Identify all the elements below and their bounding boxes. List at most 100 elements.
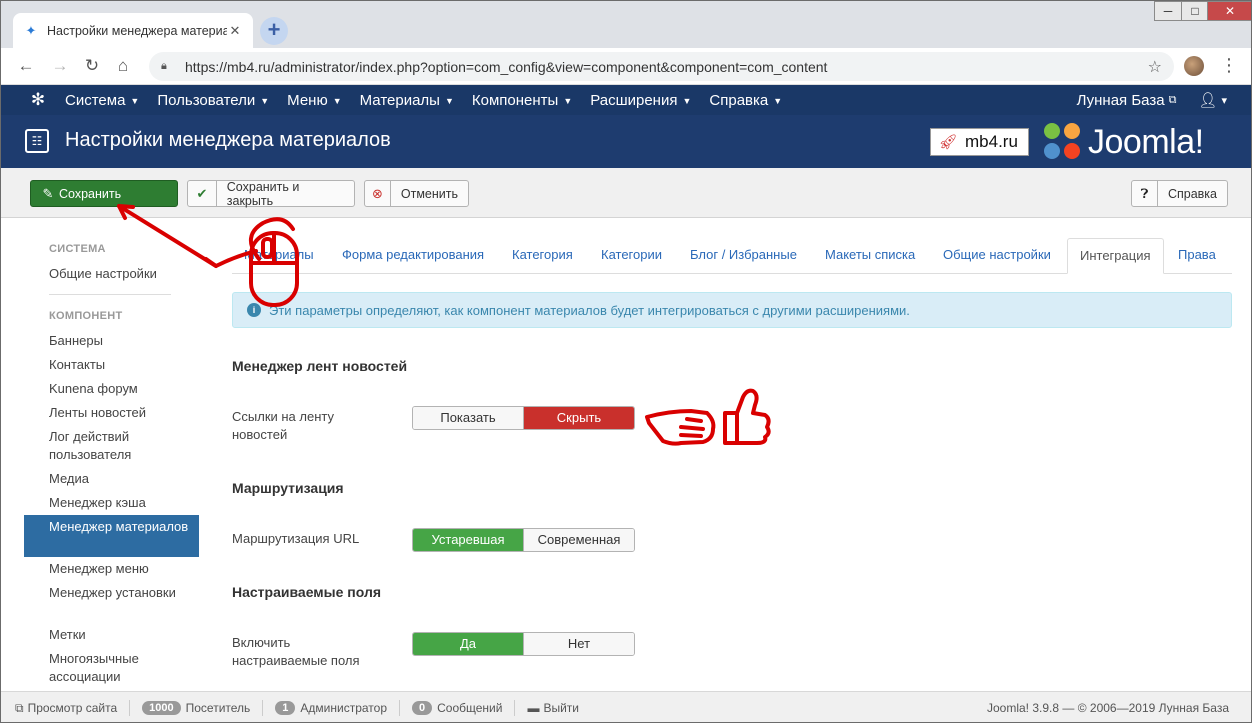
custom-fields-toggle: Да Нет (412, 632, 635, 656)
reload-icon[interactable]: ↻ (81, 55, 103, 77)
admins-status[interactable]: 1 Администратор (275, 701, 387, 715)
toolbar: ✎ Сохранить ✔ Сохранить и закрыть ⊗ Отме… (1, 168, 1251, 218)
nav-system-label: Система (65, 91, 126, 109)
browser-window: ✦ Настройки менеджера материалов ✕ + ─ □… (0, 0, 1252, 723)
page-title: Настройки менеджера материалов (65, 129, 391, 151)
feed-links-show[interactable]: Показать (413, 407, 523, 429)
url-text: https://mb4.ru/administrator/index.php?o… (185, 58, 828, 75)
save-close-button[interactable]: ✔ Сохранить и закрыть (187, 179, 355, 208)
mb4-logo[interactable]: 🚀︎ mb4.ru (930, 128, 1029, 156)
minimize-button[interactable]: ─ (1154, 1, 1182, 21)
visitors-count-badge: 1000 (142, 701, 181, 715)
nav-system[interactable]: Система ▼ (65, 92, 139, 109)
footer-dash: — (1062, 701, 1078, 715)
save-close-label: Сохранить и закрыть (226, 179, 300, 208)
satellite-icon: ✦ (25, 22, 37, 38)
visitors-status[interactable]: 1000 Посетитель (142, 701, 250, 715)
kebab-menu-icon[interactable]: ⋮ (1220, 54, 1238, 76)
joomla-logo-text: Joomla! (1088, 122, 1204, 161)
minus-icon: ▬ (527, 701, 540, 715)
nav-content[interactable]: Материалы ▼ (360, 92, 454, 109)
sidebar-item-tags[interactable]: Метки (49, 626, 189, 644)
tab-categories[interactable]: Категории (589, 238, 674, 274)
custom-fields-label: Включить настраиваемые поля (232, 635, 360, 668)
feed-links-hide[interactable]: Скрыть (523, 407, 634, 429)
nav-users[interactable]: Пользователи ▼ (157, 92, 269, 109)
tab-integration[interactable]: Интеграция (1067, 238, 1164, 274)
site-name-link[interactable]: Лунная База (1077, 92, 1165, 109)
sidebar-item-cache[interactable]: Менеджер кэша (49, 494, 189, 512)
sidebar-item-actionlogs[interactable]: Лог действий пользователя (49, 428, 189, 464)
admin-navbar: ✻ Система ▼ Пользователи ▼ Меню ▼ Материалы… (1, 85, 1251, 115)
navbar-right: Лунная База ⧉ 👤︎ ▾ (1077, 85, 1227, 115)
mb4-logo-text: mb4.ru (965, 132, 1018, 151)
sidebar-item-contacts[interactable]: Контакты (49, 356, 189, 374)
nav-help[interactable]: Справка ▼ (709, 92, 782, 109)
tab-category[interactable]: Категория (500, 238, 585, 274)
star-icon[interactable]: ☆ (1148, 57, 1162, 77)
joomla-icon[interactable]: ✻ (25, 87, 51, 113)
tab-editing-layout[interactable]: Форма редактирования (330, 238, 496, 274)
home-icon[interactable]: ⌂ (112, 55, 134, 77)
logout-link[interactable]: ▬ Выйти (527, 701, 579, 715)
status-separator (514, 700, 516, 716)
sidebar-item-menus[interactable]: Менеджер меню (49, 560, 189, 578)
joomla-logo: Joomla! (1044, 122, 1204, 162)
logout-label: Выйти (543, 701, 579, 715)
back-icon[interactable]: ← (15, 55, 37, 77)
view-site-label: Просмотр сайта (27, 701, 118, 715)
tab-blog-featured[interactable]: Блог / Избранные (678, 238, 809, 274)
forward-icon[interactable]: → (49, 55, 71, 77)
section-heading-feeds: Менеджер лент новостей (232, 358, 408, 374)
sidebar-item-content[interactable]: Менеджер материалов (49, 518, 189, 536)
sidebar-item-media[interactable]: Медиа (49, 470, 189, 488)
sidebar-item-general[interactable]: Общие настройки (49, 265, 189, 283)
help-button[interactable]: ❓︎ Справка (1131, 180, 1228, 207)
url-routing-legacy[interactable]: Устаревшая (413, 529, 523, 551)
browser-tab[interactable]: ✦ Настройки менеджера материалов ✕ (13, 13, 253, 48)
admins-count-badge: 1 (275, 701, 296, 715)
status-bar: ⧉ Просмотр сайта 1000 Посетитель 1 Админ… (1, 691, 1251, 722)
user-menu-caret[interactable]: ▾ (1221, 94, 1227, 107)
nav-menus[interactable]: Меню ▼ (287, 92, 341, 109)
tab-shared[interactable]: Общие настройки (931, 238, 1063, 274)
address-bar-row: ← → ↻ ⌂ 🔒︎ https://mb4.ru/administrator/… (1, 48, 1251, 85)
sidebar-item-banners[interactable]: Баннеры (49, 332, 189, 350)
nav-menus-label: Меню (287, 91, 328, 109)
sidebar-item-installer[interactable]: Менеджер установки (49, 584, 189, 602)
url-routing-label: Маршрутизация URL (232, 531, 360, 546)
close-window-button[interactable]: ✕ (1207, 1, 1251, 21)
tab-list-layouts[interactable]: Макеты списка (813, 238, 927, 274)
tab-permissions[interactable]: Права (1166, 238, 1228, 274)
caret-down-icon: ▼ (444, 95, 454, 106)
alert-text: Эти параметры определяют, как компонент … (269, 302, 910, 318)
user-icon[interactable]: 👤︎ (1198, 91, 1217, 109)
sidebar-item-associations[interactable]: Многоязычные ассоциации (49, 650, 189, 686)
save-button[interactable]: ✎ Сохранить (30, 180, 178, 207)
check-icon: ✔ (188, 181, 217, 206)
caret-down-icon: ▼ (773, 95, 783, 106)
sidebar-item-newsfeeds[interactable]: Ленты новостей (49, 404, 189, 422)
view-site-link[interactable]: ⧉ Просмотр сайта (15, 701, 117, 716)
new-tab-button[interactable]: + (260, 17, 288, 45)
url-routing-modern[interactable]: Современная (523, 529, 634, 551)
custom-fields-yes[interactable]: Да (413, 633, 523, 655)
maximize-button[interactable]: □ (1181, 1, 1209, 21)
tab-articles[interactable]: Материалы (232, 238, 326, 274)
cancel-button[interactable]: ⊗ Отменить (364, 180, 469, 207)
messages-status[interactable]: 0 Сообщений (412, 701, 502, 715)
sidebar: СИСТЕМА Общие настройки КОМПОНЕНТ Баннер… (1, 219, 211, 691)
tab-close-icon[interactable]: ✕ (227, 23, 243, 39)
help-label: Справка (1167, 186, 1217, 201)
sidebar-item-kunena[interactable]: Kunena форум (49, 380, 189, 398)
status-separator (129, 700, 131, 716)
info-icon: i (247, 303, 261, 317)
profile-avatar[interactable] (1184, 56, 1204, 76)
nav-components[interactable]: Компоненты ▼ (472, 92, 572, 109)
lock-icon: 🔒︎ (161, 60, 167, 72)
url-field[interactable]: 🔒︎ https://mb4.ru/administrator/index.ph… (149, 52, 1174, 81)
joomla-version[interactable]: Joomla! 3.9.8 (987, 701, 1059, 715)
custom-fields-no[interactable]: Нет (523, 633, 634, 655)
nav-extensions[interactable]: Расширения ▼ (590, 92, 691, 109)
question-icon: ❓︎ (1132, 181, 1158, 206)
